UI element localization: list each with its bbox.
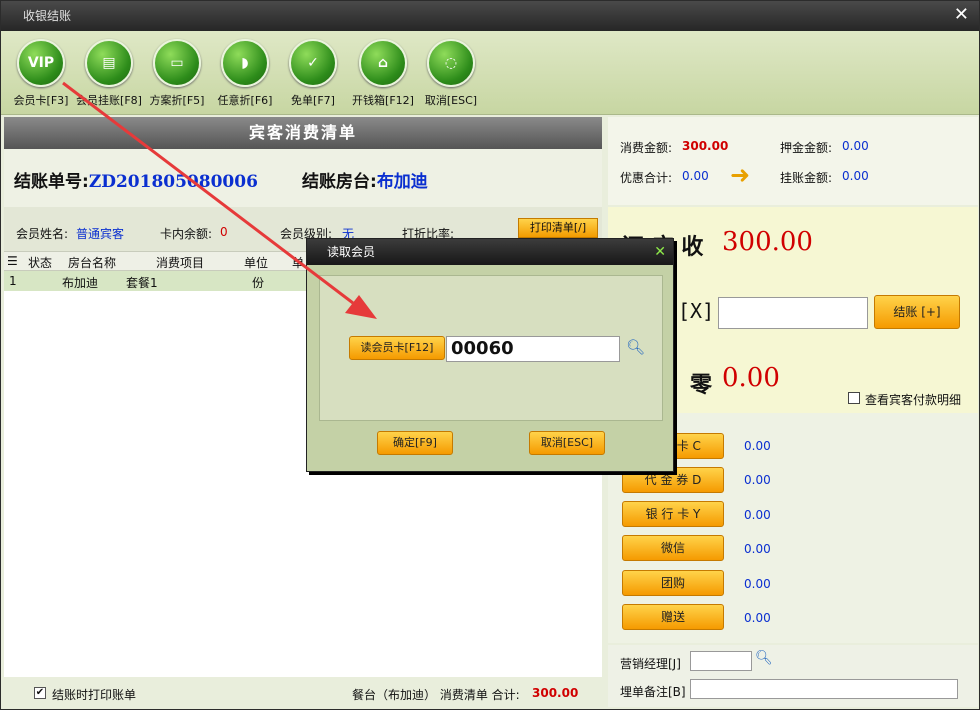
cash-label: [X]	[678, 299, 715, 323]
card-balance-label: 卡内余额:	[160, 227, 213, 241]
table-name-value: 布加迪	[376, 172, 428, 192]
row-no: 1	[9, 274, 17, 288]
checkout-window: 收银结账 ✕ VIP 会员卡[F3] ▤ 会员挂账[F8] ▭ 方案折[F5] …	[0, 0, 980, 710]
bank-card-button[interactable]: 银 行 卡 Y	[622, 501, 724, 527]
vip-card-icon: VIP	[17, 39, 65, 87]
member-name-label: 会员姓名:	[16, 227, 69, 241]
discount-plan-icon: ▭	[153, 39, 201, 87]
footer-summary: 餐台（布加迪） 消费清单 合计:	[352, 688, 520, 702]
col-status[interactable]: 状态	[28, 254, 52, 271]
wechat-button[interactable]: 微信	[622, 535, 724, 561]
search-icon[interactable]: 🔍︎	[626, 338, 645, 356]
close-icon[interactable]: ✕	[954, 5, 969, 25]
custom-discount-label: 任意折[F6]	[217, 94, 273, 107]
dialog-close-icon[interactable]: ✕	[654, 239, 666, 265]
dialog-cancel-button[interactable]: 取消[ESC]	[529, 431, 605, 455]
custom-discount-button[interactable]: ◗ 任意折[F6]	[209, 39, 281, 113]
cash-drawer-button[interactable]: ⌂ 开钱箱[F12]	[347, 39, 419, 113]
col-unit[interactable]: 单位	[244, 254, 268, 271]
bank-card-value: 0.00	[744, 508, 771, 522]
read-member-dialog: 读取会员 ✕ 读会员卡[F12] 00060 🔍︎ 确定[F9] 取消[ESC]	[306, 238, 674, 472]
free-order-icon: ✓	[289, 39, 337, 87]
col-room[interactable]: 房台名称	[68, 254, 116, 271]
row-room: 布加迪	[62, 276, 99, 290]
table-group: 结账房台:布加迪	[302, 167, 428, 192]
panel-title: 宾客消费清单	[4, 117, 602, 149]
plan-discount-label: 方案折[F5]	[149, 94, 205, 107]
wechat-value: 0.00	[744, 542, 771, 556]
col-price[interactable]: 单	[292, 254, 304, 271]
group-buy-value: 0.00	[744, 577, 771, 591]
member-name-value: 普通宾客	[76, 227, 125, 241]
dialog-title-bar: 读取会员 ✕	[307, 239, 673, 265]
print-on-checkout-label: 结账时打印账单	[52, 688, 137, 702]
col-item[interactable]: 消费项目	[156, 254, 204, 271]
receivable-value: 300.00	[722, 227, 813, 257]
deposit-value: 0.00	[842, 139, 869, 153]
credit-label: 挂账金额:	[780, 171, 833, 185]
voucher-value: 0.00	[744, 473, 771, 487]
stored-card-value: 0.00	[744, 439, 771, 453]
cash-drawer-label: 开钱箱[F12]	[352, 94, 414, 107]
free-order-button[interactable]: ✓ 免单[F7]	[277, 39, 349, 113]
remark-input[interactable]	[690, 679, 958, 699]
search-icon[interactable]: 🔍︎	[755, 650, 773, 666]
view-detail-label: 查看宾客付款明细	[865, 393, 962, 407]
card-balance-value: 0	[220, 225, 228, 239]
bill-no-value: ZD201805080006	[88, 172, 258, 192]
checkout-button[interactable]: 结账 [+]	[874, 295, 960, 329]
card-number-input[interactable]: 00060	[446, 336, 620, 362]
row-item: 套餐1	[126, 276, 158, 290]
bottom-fields: 营销经理[J] 🔍︎ 埋单备注[B]	[608, 645, 978, 707]
read-card-button[interactable]: 读会员卡[F12]	[349, 336, 445, 360]
gift-value: 0.00	[744, 611, 771, 625]
deposit-label: 押金金额:	[780, 141, 833, 155]
custom-discount-icon: ◗	[221, 39, 269, 87]
free-order-label: 免单[F7]	[291, 94, 335, 107]
footer-total: 300.00	[532, 686, 579, 700]
dialog-title: 读取会员	[327, 245, 376, 259]
row-unit: 份	[252, 276, 265, 290]
vip-card-button[interactable]: VIP 会员卡[F3]	[5, 39, 77, 113]
consume-label: 消费金额:	[620, 141, 673, 155]
view-detail-checkbox[interactable]	[848, 392, 860, 404]
change-label: 零	[690, 373, 713, 398]
table-label: 结账房台:	[302, 172, 377, 192]
print-on-checkout-checkbox[interactable]: ✔	[34, 687, 46, 699]
dialog-content: 读会员卡[F12] 00060 🔍︎	[319, 275, 663, 421]
credit-document-icon: ▤	[85, 39, 133, 87]
credit-value: 0.00	[842, 169, 869, 183]
member-credit-button[interactable]: ▤ 会员挂账[F8]	[73, 39, 145, 113]
bill-footer: ✔ 结账时打印账单 餐台（布加迪） 消费清单 合计: 300.00	[4, 677, 602, 707]
bill-info-row: 结账单号:ZD201805080006 结账房台:布加迪	[4, 149, 602, 207]
print-list-button[interactable]: 打印清单[/]	[518, 218, 598, 238]
toolbar: VIP 会员卡[F3] ▤ 会员挂账[F8] ▭ 方案折[F5] ◗ 任意折[F…	[1, 31, 979, 115]
window-title: 收银结账	[23, 9, 72, 23]
bill-no-label: 结账单号:	[14, 172, 89, 192]
vip-card-label: 会员卡[F3]	[13, 94, 69, 107]
cash-input[interactable]	[718, 297, 868, 329]
cancel-icon: ◌	[427, 39, 475, 87]
plan-discount-button[interactable]: ▭ 方案折[F5]	[141, 39, 213, 113]
bill-no-group: 结账单号:ZD201805080006	[14, 167, 258, 192]
confirm-button[interactable]: 确定[F9]	[377, 431, 453, 455]
gift-button[interactable]: 赠送	[622, 604, 724, 630]
change-value: 0.00	[722, 363, 780, 393]
cash-drawer-icon: ⌂	[359, 39, 407, 87]
manager-input[interactable]	[690, 651, 752, 671]
cancel-toolbar-button[interactable]: ◌ 取消[ESC]	[415, 39, 487, 113]
remark-label: 埋单备注[B]	[620, 685, 686, 699]
discount-total-label: 优惠合计:	[620, 171, 673, 185]
title-bar: 收银结账 ✕	[1, 1, 979, 31]
arrow-right-icon: ➜	[730, 161, 751, 189]
group-buy-button[interactable]: 团购	[622, 570, 724, 596]
cancel-toolbar-label: 取消[ESC]	[424, 94, 478, 107]
consume-value: 300.00	[682, 139, 729, 153]
member-credit-label: 会员挂账[F8]	[76, 94, 142, 107]
discount-total-value: 0.00	[682, 169, 709, 183]
manager-label: 营销经理[J]	[620, 657, 681, 671]
grid-menu-icon[interactable]: ☰	[7, 254, 18, 268]
amount-summary: 消费金额: 300.00 押金金额: 0.00 优惠合计: 0.00 ➜ 挂账金…	[608, 117, 978, 205]
